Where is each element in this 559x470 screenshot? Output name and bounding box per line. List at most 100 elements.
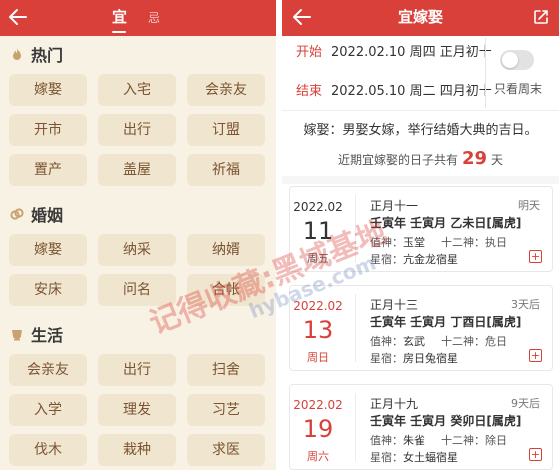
card-relative-day: 明天 xyxy=(518,199,540,212)
xingxiu-label: 星宿： xyxy=(370,253,403,266)
chip-travel[interactable]: 出行 xyxy=(98,114,176,146)
result-panel: 宜嫁娶 开始 2022.02.10 周四 正月初十 结束 2022.05.10 周二… xyxy=(282,0,559,470)
card-gods-line: 值神：朱雀 十二神：除日 xyxy=(370,432,507,448)
card-year-month: 2022.02 xyxy=(293,299,343,313)
card-relative-day: 9天后 xyxy=(511,397,540,410)
summary-suffix: 天 xyxy=(491,153,504,167)
summary-prefix: 近期宜嫁娶的日子共有 xyxy=(337,153,458,167)
divider xyxy=(485,38,486,108)
card-star-line: 星宿：房日兔宿星 xyxy=(370,350,458,366)
back-arrow-icon[interactable] xyxy=(6,5,30,29)
weekend-only-label: 只看周末 xyxy=(494,82,543,96)
section-title-hot: 热门 xyxy=(10,43,63,65)
chip-pray[interactable]: 祈福 xyxy=(187,154,265,186)
zhishen-value: 朱雀 xyxy=(403,434,425,447)
weekend-only-toggle[interactable] xyxy=(500,50,534,70)
shier-label: 十二神： xyxy=(441,434,485,447)
card-weekday: 周六 xyxy=(307,450,329,463)
cup-icon xyxy=(12,330,22,341)
rings-icon xyxy=(10,208,24,220)
end-lunar: 四月初十 xyxy=(439,84,492,99)
card-lunar-date: 正月十一 xyxy=(370,199,419,213)
category-header: 宜 忌 xyxy=(0,0,276,36)
chip-build-house[interactable]: 盖屋 xyxy=(98,154,176,186)
card-relative-day: 3天后 xyxy=(511,298,540,311)
start-date-row[interactable]: 开始 2022.02.10 周四 正月初十 xyxy=(296,43,492,63)
chip-learn-skill[interactable]: 习艺 xyxy=(187,394,265,426)
xingxiu-value: 女土蝠宿星 xyxy=(403,451,458,464)
flame-icon xyxy=(13,48,21,60)
xingxiu-value: 房日兔宿星 xyxy=(403,352,458,365)
chip-bed-curtain[interactable]: 合帐 xyxy=(187,274,265,306)
page-title: 宜嫁娶 xyxy=(397,8,443,26)
chip-marriage[interactable]: 嫁娶 xyxy=(9,74,87,106)
section-title-text: 生活 xyxy=(31,326,64,345)
chip-haircut[interactable]: 理发 xyxy=(98,394,176,426)
card-lunar-date: 正月十九 xyxy=(370,397,419,411)
xingxiu-value: 亢金龙宿星 xyxy=(403,253,458,266)
section-title-life: 生活 xyxy=(10,323,63,345)
tab-indicator xyxy=(112,31,126,33)
chip-plant[interactable]: 栽种 xyxy=(98,434,176,466)
section-title-text: 婚姻 xyxy=(31,206,64,225)
card-gods-line: 值神：玉堂 十二神：执日 xyxy=(370,234,507,250)
start-lunar: 正月初十 xyxy=(439,45,492,60)
add-reminder-icon[interactable]: + xyxy=(529,250,542,263)
day-card[interactable]: 2022.02 19 周六 正月十九 壬寅年 壬寅月 癸卯日[属虎] 值神：朱雀… xyxy=(289,384,553,470)
zhishen-label: 值神： xyxy=(370,236,403,249)
category-panel: 宜 忌 热门 嫁娶 入宅 会亲友 开市 出行 订盟 置产 盖屋 祈福 婚姻 嫁娶… xyxy=(0,0,276,470)
section-title-text: 热门 xyxy=(31,46,64,65)
card-star-line: 星宿：女土蝠宿星 xyxy=(370,449,458,465)
start-label: 开始 xyxy=(296,45,323,60)
card-ganzhi: 壬寅年 壬寅月 丁酉日[属虎] xyxy=(370,315,522,329)
chip-sign-contract[interactable]: 订盟 xyxy=(187,114,265,146)
chip-install-bed[interactable]: 安床 xyxy=(9,274,87,306)
chip-open-business[interactable]: 开市 xyxy=(9,114,87,146)
share-icon[interactable] xyxy=(532,8,550,26)
card-gods-line: 值神：玄武 十二神：危日 xyxy=(370,333,507,349)
end-label: 结束 xyxy=(296,84,323,99)
chip-meet-relatives[interactable]: 会亲友 xyxy=(187,74,265,106)
card-year-month: 2022.02 xyxy=(293,200,343,214)
start-date: 2022.02.10 xyxy=(331,45,406,60)
section-title-marriage: 婚姻 xyxy=(10,203,63,225)
activity-description: 嫁娶：男娶女嫁，举行结婚大典的吉日。 xyxy=(303,123,538,138)
card-year-month: 2022.02 xyxy=(293,398,343,412)
tab-ji[interactable]: 忌 xyxy=(148,9,160,29)
card-day: 19 xyxy=(302,415,334,443)
day-card[interactable]: 2022.02 11 周五 正月十一 壬寅年 壬寅月 乙未日[属虎] 值神：玉堂… xyxy=(289,186,553,272)
chip-ask-name[interactable]: 问名 xyxy=(98,274,176,306)
chip-seek-doctor[interactable]: 求医 xyxy=(187,434,265,466)
card-star-line: 星宿：亢金龙宿星 xyxy=(370,251,458,267)
chip-son-in-law[interactable]: 纳婿 xyxy=(187,234,265,266)
chip-sweep-house[interactable]: 扫舍 xyxy=(187,354,265,386)
card-lunar-date: 正月十三 xyxy=(370,298,419,312)
card-divider xyxy=(355,393,356,461)
chip-betrothal[interactable]: 纳采 xyxy=(98,234,176,266)
summary-count: 29 xyxy=(461,148,488,169)
toggle-knob xyxy=(502,52,518,68)
chip-move-in[interactable]: 入宅 xyxy=(98,74,176,106)
chip-travel[interactable]: 出行 xyxy=(98,354,176,386)
end-date: 2022.05.10 xyxy=(331,84,406,99)
shier-value: 危日 xyxy=(485,335,507,348)
chip-marriage[interactable]: 嫁娶 xyxy=(9,234,87,266)
card-ganzhi: 壬寅年 壬寅月 乙未日[属虎] xyxy=(370,216,522,230)
chip-buy-property[interactable]: 置产 xyxy=(9,154,87,186)
add-reminder-icon[interactable]: + xyxy=(529,349,542,362)
shier-label: 十二神： xyxy=(441,236,485,249)
tab-yi[interactable]: 宜 xyxy=(112,8,127,28)
add-reminder-icon[interactable]: + xyxy=(529,448,542,461)
chip-enroll-school[interactable]: 入学 xyxy=(9,394,87,426)
result-header: 宜嫁娶 xyxy=(282,0,559,36)
shier-value: 除日 xyxy=(485,434,507,447)
chip-meet-relatives[interactable]: 会亲友 xyxy=(9,354,87,386)
end-weekday: 周二 xyxy=(409,84,436,99)
card-day: 11 xyxy=(302,217,334,245)
zhishen-label: 值神： xyxy=(370,335,403,348)
summary-line: 近期宜嫁娶的日子共有 29 天 xyxy=(282,148,559,171)
day-card[interactable]: 2022.02 13 周日 正月十三 壬寅年 壬寅月 丁酉日[属虎] 值神：玄武… xyxy=(289,285,553,371)
chip-cut-wood[interactable]: 伐木 xyxy=(9,434,87,466)
end-date-row[interactable]: 结束 2022.05.10 周二 四月初十 xyxy=(296,82,492,102)
start-weekday: 周四 xyxy=(409,45,436,60)
